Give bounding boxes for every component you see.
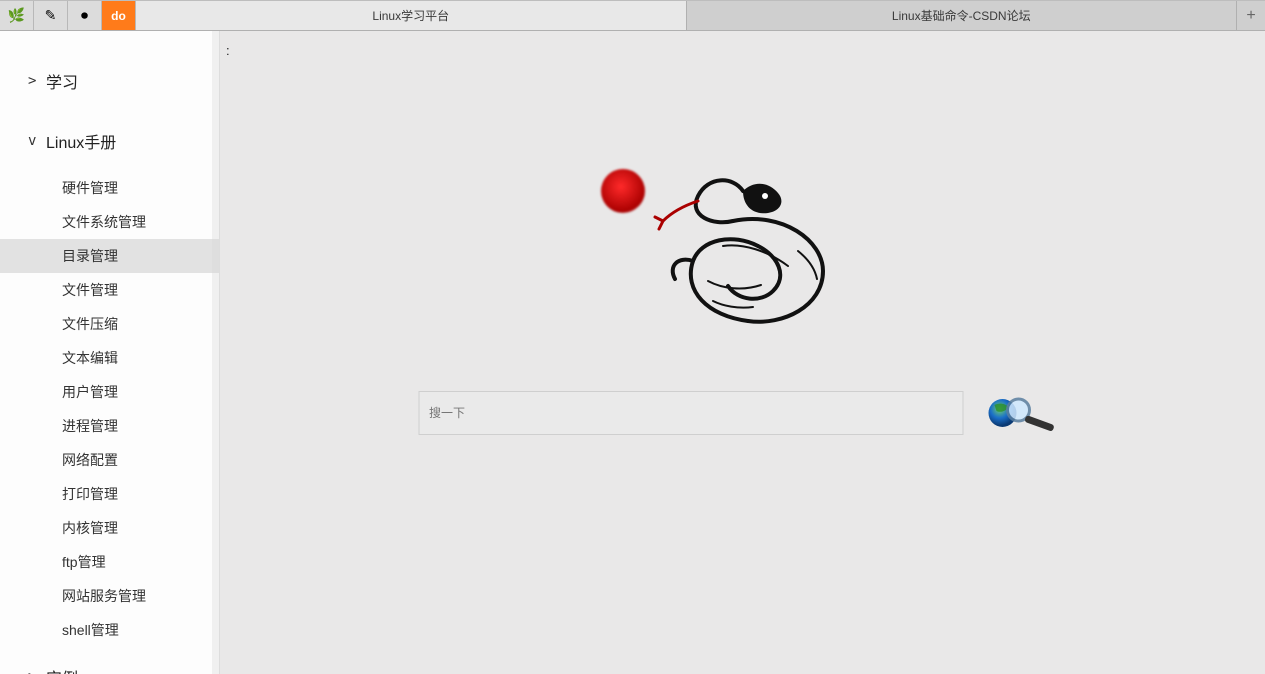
- scrollbar[interactable]: [212, 31, 219, 674]
- sidebar-item-shell[interactable]: shell管理: [0, 613, 219, 647]
- new-tab-button[interactable]: +: [1237, 1, 1265, 30]
- sidebar-label: 学习: [46, 69, 78, 93]
- app-icon-2[interactable]: ✎: [34, 1, 68, 30]
- red-sun-icon: [601, 169, 645, 213]
- main-area: > 学习 v Linux手册 硬件管理 文件系统管理 目录管理 文件管理 文件压…: [0, 31, 1265, 674]
- app-icon-1[interactable]: 🌿: [0, 1, 34, 30]
- globe-magnifier-icon: [984, 393, 1064, 433]
- search-input[interactable]: [418, 391, 963, 435]
- chevron-right-icon: >: [28, 669, 46, 674]
- sidebar-item-user[interactable]: 用户管理: [0, 375, 219, 409]
- tab-bar: 🌿 ✎ ⏺ do Linux学习平台 Linux基础命令-CSDN论坛 +: [0, 0, 1265, 31]
- chevron-right-icon: >: [28, 73, 46, 89]
- sidebar-item-process[interactable]: 进程管理: [0, 409, 219, 443]
- sidebar-item-filesystem[interactable]: 文件系统管理: [0, 205, 219, 239]
- content-area: :: [220, 31, 1265, 674]
- sidebar-item-textedit[interactable]: 文本编辑: [0, 341, 219, 375]
- sidebar-item-kernel[interactable]: 内核管理: [0, 511, 219, 545]
- fragment-colon: :: [226, 43, 230, 58]
- sidebar-label: 实例: [46, 665, 78, 674]
- sidebar-item-webservice[interactable]: 网站服务管理: [0, 579, 219, 613]
- tab-inactive[interactable]: Linux基础命令-CSDN论坛: [687, 1, 1238, 30]
- sidebar-section-examples[interactable]: > 实例: [0, 647, 219, 674]
- sidebar-section-study[interactable]: > 学习: [0, 51, 219, 111]
- tab-active[interactable]: Linux学习平台: [136, 1, 687, 30]
- chevron-down-icon: v: [28, 133, 46, 149]
- sidebar-item-directory[interactable]: 目录管理: [0, 239, 219, 273]
- sidebar-item-file[interactable]: 文件管理: [0, 273, 219, 307]
- sidebar-item-network[interactable]: 网络配置: [0, 443, 219, 477]
- sidebar-item-hardware[interactable]: 硬件管理: [0, 171, 219, 205]
- sidebar-item-compress[interactable]: 文件压缩: [0, 307, 219, 341]
- search-button[interactable]: [981, 391, 1067, 435]
- sidebar-item-print[interactable]: 打印管理: [0, 477, 219, 511]
- app-icon-3[interactable]: ⏺: [68, 1, 102, 30]
- sidebar[interactable]: > 学习 v Linux手册 硬件管理 文件系统管理 目录管理 文件管理 文件压…: [0, 31, 220, 674]
- sidebar-section-linux-manual[interactable]: v Linux手册: [0, 111, 219, 171]
- sidebar-sublist: 硬件管理 文件系统管理 目录管理 文件管理 文件压缩 文本编辑 用户管理 进程管…: [0, 171, 219, 647]
- sidebar-label: Linux手册: [46, 129, 116, 153]
- app-icon-4[interactable]: do: [102, 1, 136, 30]
- sidebar-item-ftp[interactable]: ftp管理: [0, 545, 219, 579]
- search-row: [418, 391, 1067, 435]
- hero-image: [593, 151, 893, 351]
